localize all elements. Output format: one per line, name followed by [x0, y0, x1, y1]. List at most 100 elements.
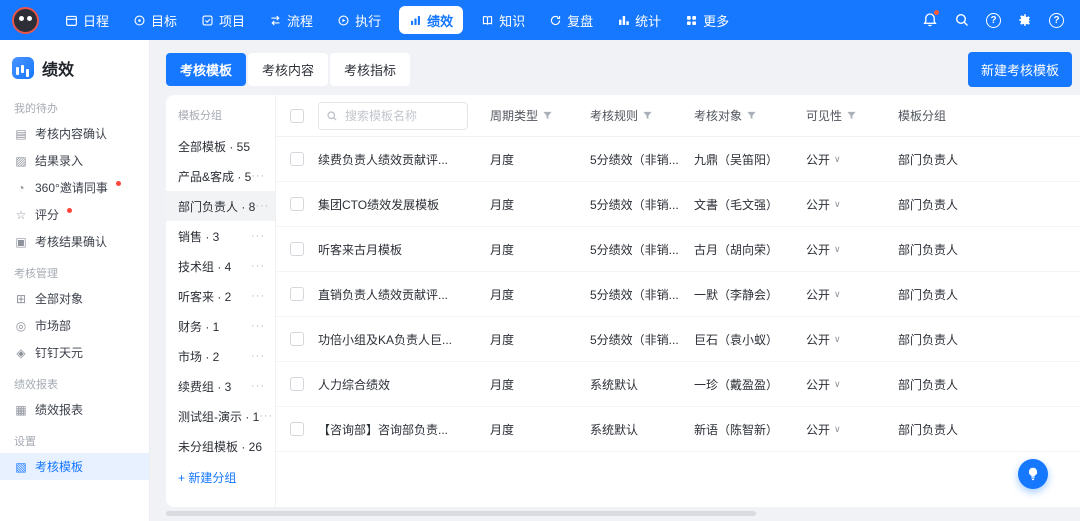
- group-item-finance[interactable]: 财务 · 1 ···: [166, 311, 275, 341]
- group-item-renewal[interactable]: 续费组 · 3 ···: [166, 371, 275, 401]
- search-icon[interactable]: [954, 12, 970, 28]
- visibility-dropdown[interactable]: 公开 ∨: [806, 196, 898, 213]
- more-actions-icon[interactable]: ···: [251, 350, 265, 362]
- table-row[interactable]: 功倍小组及KA负责人巨... 月度 5分绩效（非销... 巨石（袁小蚁） 公开 …: [276, 317, 1080, 362]
- visibility-dropdown[interactable]: 公开 ∨: [806, 421, 898, 438]
- sidebar-item-360-invite[interactable]: ◔ 360°邀请同事: [0, 174, 149, 201]
- search-input[interactable]: [318, 101, 468, 130]
- col-header-visibility[interactable]: 可见性: [806, 107, 898, 124]
- visibility-dropdown[interactable]: 公开 ∨: [806, 286, 898, 303]
- more-actions-icon[interactable]: ···: [251, 320, 265, 332]
- table-row[interactable]: 直销负责人绩效贡献评... 月度 5分绩效（非销... 一默（李静会） 公开 ∨…: [276, 272, 1080, 317]
- group-item-sales[interactable]: 销售 · 3 ···: [166, 221, 275, 251]
- nav-item-schedule[interactable]: 日程: [53, 0, 121, 40]
- more-actions-icon[interactable]: ···: [251, 260, 265, 272]
- notification-badge: [933, 9, 940, 16]
- row-checkbox[interactable]: [290, 197, 304, 211]
- tab-assessment-content[interactable]: 考核内容: [248, 53, 329, 86]
- group-item-dept-lead[interactable]: 部门负责人 · 8 ···: [166, 191, 275, 221]
- row-checkbox[interactable]: [290, 422, 304, 436]
- row-checkbox[interactable]: [290, 287, 304, 301]
- nav-item-review[interactable]: 复盘: [537, 0, 605, 40]
- col-header-target[interactable]: 考核对象: [694, 107, 806, 124]
- row-checkbox[interactable]: [290, 332, 304, 346]
- table-row[interactable]: 续费负责人绩效贡献评... 月度 5分绩效（非销... 九鼎（吴笛阳） 公开 ∨…: [276, 137, 1080, 182]
- row-checkbox[interactable]: [290, 152, 304, 166]
- select-all-checkbox[interactable]: [290, 108, 304, 123]
- group-item-ungrouped[interactable]: 未分组模板 · 26: [166, 431, 275, 461]
- tab-assessment-indicator[interactable]: 考核指标: [330, 53, 411, 86]
- sidebar-item-dingtalk-tianyuan[interactable]: ◈ 钉钉天元: [0, 339, 149, 366]
- table-row[interactable]: 【咨询部】咨询部负责... 月度 系统默认 新语（陈智新） 公开 ∨ 部门负责人: [276, 407, 1080, 452]
- sidebar-item-all-targets[interactable]: ⊞ 全部对象: [0, 285, 149, 312]
- assistant-button[interactable]: [1018, 459, 1048, 489]
- group-item-tingkelai[interactable]: 听客来 · 2 ···: [166, 281, 275, 311]
- col-header-cycle[interactable]: 周期类型: [490, 107, 590, 124]
- nav-item-more[interactable]: 更多: [673, 0, 741, 40]
- help-icon[interactable]: ?: [986, 12, 1001, 28]
- table-row[interactable]: 听客来古月模板 月度 5分绩效（非销... 古月（胡向荣） 公开 ∨ 部门负责人: [276, 227, 1080, 272]
- nav-item-stats[interactable]: 统计: [605, 0, 673, 40]
- new-group-button[interactable]: + 新建分组: [166, 461, 275, 494]
- group-item-product[interactable]: 产品&客成 · 5 ···: [166, 161, 275, 191]
- template-name[interactable]: 续费负责人绩效贡献评...: [318, 151, 490, 168]
- app-logo[interactable]: [12, 6, 39, 34]
- group-item-test-demo[interactable]: 测试组-演示 · 1 ···: [166, 401, 275, 431]
- group-label: 听客来 · 2: [178, 289, 232, 304]
- bell-icon[interactable]: [922, 9, 940, 28]
- nav-item-projects[interactable]: 项目: [189, 0, 257, 40]
- visibility-dropdown[interactable]: 公开 ∨: [806, 151, 898, 168]
- template-name[interactable]: 人力综合绩效: [318, 376, 490, 393]
- filter-icon: [643, 111, 652, 120]
- table-row[interactable]: 集团CTO绩效发展模板 月度 5分绩效（非销... 文書（毛文强） 公开 ∨ 部…: [276, 182, 1080, 227]
- template-name[interactable]: 集团CTO绩效发展模板: [318, 196, 490, 213]
- nav-item-knowledge[interactable]: 知识: [469, 0, 537, 40]
- more-actions-icon[interactable]: ···: [251, 290, 265, 302]
- sidebar-item-rating[interactable]: ☆ 评分: [0, 201, 149, 228]
- tab-assessment-template[interactable]: 考核模板: [166, 53, 247, 86]
- visibility-dropdown[interactable]: 公开 ∨: [806, 241, 898, 258]
- group-item-tech[interactable]: 技术组 · 4 ···: [166, 251, 275, 281]
- nav-item-workflow[interactable]: 流程: [257, 0, 325, 40]
- settings-gear-icon[interactable]: [1017, 12, 1033, 28]
- sidebar-item-result-entry[interactable]: ▨ 结果录入: [0, 147, 149, 174]
- horizontal-scrollbar[interactable]: [166, 511, 756, 516]
- question-icon[interactable]: ?: [1049, 12, 1064, 28]
- group-label: 市场 · 2: [178, 349, 220, 364]
- table-row[interactable]: 人力综合绩效 月度 系统默认 一珍（戴盈盈） 公开 ∨ 部门负责人: [276, 362, 1080, 407]
- group-label: 销售 · 3: [178, 229, 220, 244]
- col-header-rule[interactable]: 考核规则: [590, 107, 694, 124]
- row-checkbox[interactable]: [290, 242, 304, 256]
- assistant-bulb-icon: [1028, 467, 1038, 481]
- group-label: 部门负责人 · 8: [178, 199, 256, 214]
- more-actions-icon[interactable]: ···: [251, 170, 265, 182]
- section-label-report: 绩效报表: [14, 379, 58, 391]
- filter-icon: [543, 111, 552, 120]
- assessment-rule: 5分绩效（非销...: [590, 287, 679, 302]
- more-actions-icon[interactable]: ···: [251, 380, 265, 392]
- sidebar-item-performance-report[interactable]: ▦ 绩效报表: [0, 396, 149, 423]
- visibility-dropdown[interactable]: 公开 ∨: [806, 331, 898, 348]
- new-template-button[interactable]: 新建考核模板: [967, 52, 1072, 87]
- sidebar-item-result-confirm[interactable]: ▣ 考核结果确认: [0, 228, 149, 255]
- nav-item-execution[interactable]: 执行: [325, 0, 393, 40]
- sidebar-item-content-confirm[interactable]: ▤ 考核内容确认: [0, 120, 149, 147]
- more-actions-icon[interactable]: ···: [259, 410, 273, 422]
- template-name[interactable]: 听客来古月模板: [318, 241, 490, 258]
- template-name[interactable]: 【咨询部】咨询部负责...: [318, 421, 490, 438]
- more-actions-icon[interactable]: ···: [255, 200, 269, 212]
- sidebar-item-marketing-dept[interactable]: ◎ 市场部: [0, 312, 149, 339]
- template-name[interactable]: 直销负责人绩效贡献评...: [318, 286, 490, 303]
- performance-icon: [409, 14, 422, 27]
- group-item-market[interactable]: 市场 · 2 ···: [166, 341, 275, 371]
- sidebar-item-assessment-template[interactable]: ▧ 考核模板: [0, 453, 149, 480]
- group-item-all[interactable]: 全部模板 · 55: [166, 131, 275, 161]
- row-checkbox[interactable]: [290, 377, 304, 391]
- section-label-assessment-mgmt: 考核管理: [14, 268, 58, 280]
- nav-item-goals[interactable]: 目标: [121, 0, 189, 40]
- more-actions-icon[interactable]: ···: [251, 230, 265, 242]
- visibility-dropdown[interactable]: 公开 ∨: [806, 376, 898, 393]
- nav-item-performance[interactable]: 绩效: [399, 6, 464, 34]
- template-name[interactable]: 功倍小组及KA负责人巨...: [318, 331, 490, 348]
- template-group: 部门负责人: [898, 152, 959, 167]
